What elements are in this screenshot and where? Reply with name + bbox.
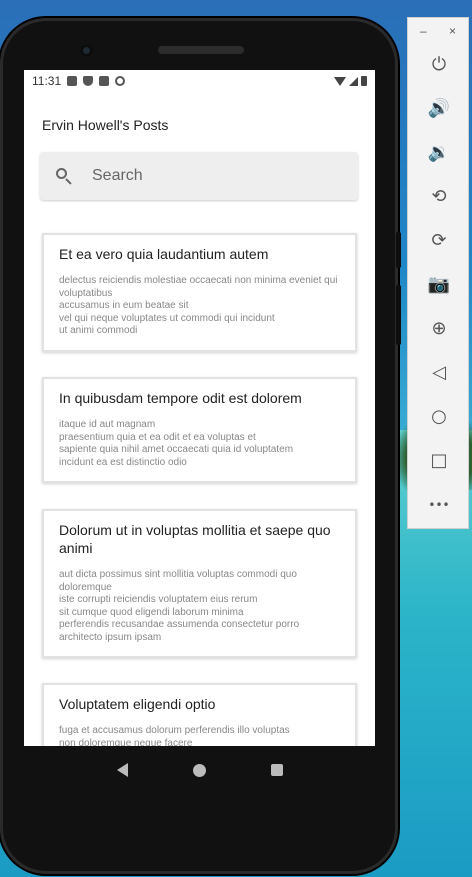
post-body: aut dicta possimus sint mollitia volupta… [59, 569, 300, 643]
post-body: itaque id aut magnam praesentium quia et… [59, 419, 294, 468]
post-body: fuga et accusamus dolorum perferendis il… [59, 725, 290, 746]
status-time: 11:31 [32, 74, 62, 88]
search-input[interactable] [92, 167, 332, 185]
close-icon[interactable]: × [449, 24, 456, 42]
post-title: Voluptatem eligendi optio [59, 696, 216, 712]
back-icon[interactable] [116, 763, 128, 777]
search-bar[interactable] [40, 152, 358, 200]
more-icon[interactable]: ••• [408, 490, 470, 520]
phone-side-button-power[interactable] [396, 285, 401, 345]
post-card[interactable]: Dolorum ut in voluptas mollitia et saepe… [42, 509, 357, 658]
shield-icon [83, 76, 94, 86]
emulator-toolbar: – × ⏻ 🔊 🔉 ⟲ ⟳ 📷 ⊕ ◁ ○ □ ••• [407, 17, 469, 529]
home-icon[interactable]: ○ [408, 402, 470, 432]
zoom-icon[interactable]: ⊕ [408, 314, 470, 344]
volume-up-icon[interactable]: 🔊 [408, 94, 470, 124]
notification-a-icon [67, 76, 78, 86]
back-icon[interactable]: ◁ [408, 358, 470, 388]
recents-icon[interactable] [270, 764, 283, 776]
status-bar: 11:31 [24, 70, 375, 92]
overview-icon[interactable]: □ [408, 446, 470, 476]
signal-icon [349, 76, 358, 86]
wifi-icon [334, 76, 346, 86]
sd-card-icon [99, 76, 110, 86]
post-title: Et ea vero quia laudantium autem [59, 246, 269, 262]
battery-icon [361, 76, 367, 86]
volume-down-icon[interactable]: 🔉 [408, 138, 470, 168]
post-title: Dolorum ut in voluptas mollitia et saepe… [59, 522, 331, 556]
camera-icon[interactable]: 📷 [408, 270, 470, 300]
post-title: In quibusdam tempore odit est dolorem [59, 390, 302, 406]
phone-side-button-volume[interactable] [396, 232, 401, 268]
sync-icon [115, 76, 126, 86]
rotate-right-icon[interactable]: ⟳ [408, 226, 470, 256]
rotate-left-icon[interactable]: ⟲ [408, 182, 470, 212]
front-camera [80, 44, 93, 57]
post-card[interactable]: Voluptatem eligendi optio fuga et accusa… [42, 683, 357, 746]
post-body: delectus reiciendis molestiae occaecati … [59, 275, 338, 336]
search-icon [56, 168, 72, 185]
page-title: Ervin Howell's Posts [42, 117, 169, 133]
power-icon[interactable]: ⏻ [408, 50, 470, 80]
post-card[interactable]: Et ea vero quia laudantium autem delectu… [42, 233, 357, 352]
post-card[interactable]: In quibusdam tempore odit est dolorem it… [42, 377, 357, 483]
earpiece-speaker [158, 46, 244, 54]
home-icon[interactable] [192, 763, 206, 777]
minimize-icon[interactable]: – [420, 24, 427, 42]
android-nav-bar [24, 746, 375, 794]
app-screen: 11:31 Ervin Howell's Posts Et ea vero qu… [24, 70, 375, 746]
